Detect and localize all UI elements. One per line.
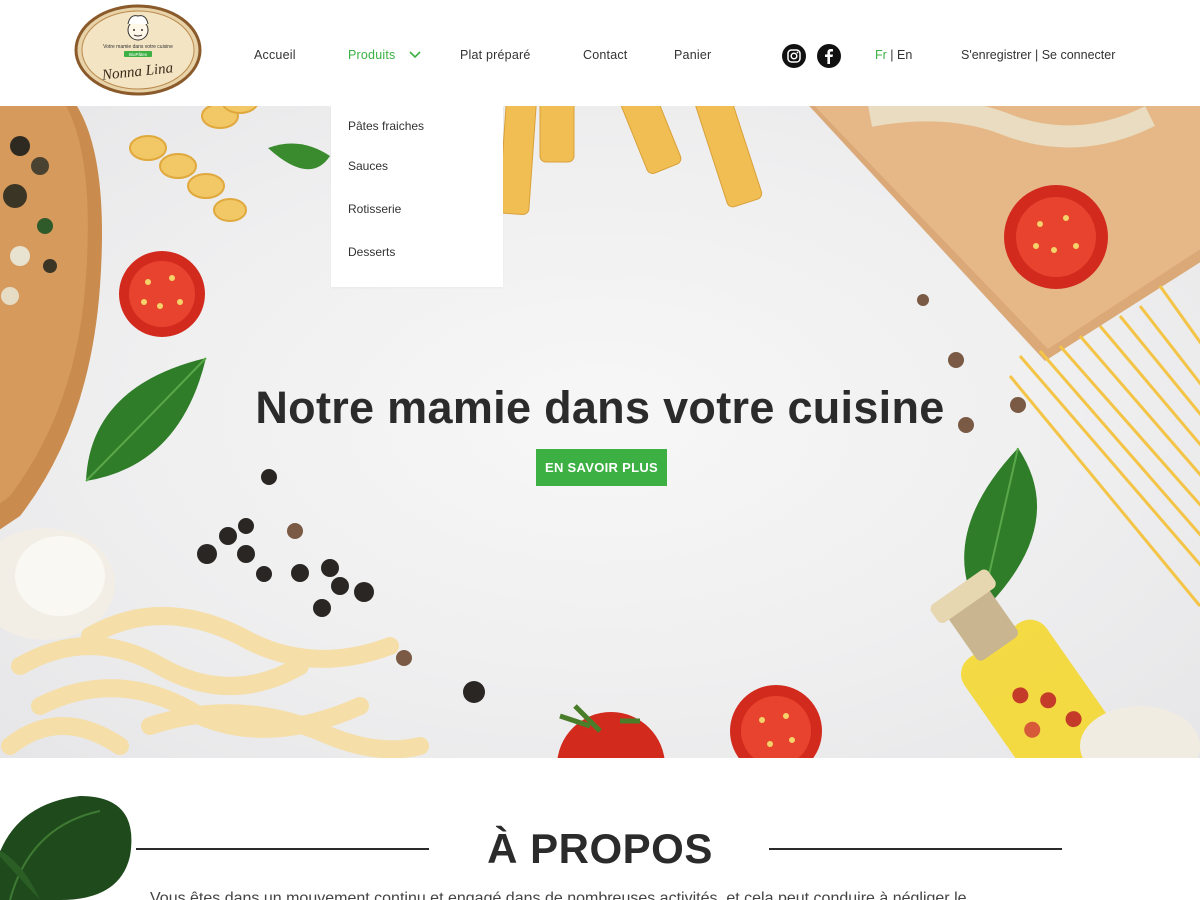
lang-separator: | [890,48,894,62]
hero-banner: Notre mamie dans votre cuisine EN SAVOIR… [0,106,1200,758]
nav-panier[interactable]: Panier [674,48,711,62]
about-section: À PROPOS Vous êtes dans un mouvement con… [0,758,1200,900]
nonna-lina-logo[interactable]: Votre mamie dans votre cuisine BioPâtes … [74,4,202,96]
lang-en[interactable]: En [897,48,912,62]
lang-fr[interactable]: Fr [875,48,887,62]
nav-produits[interactable]: Produits [348,48,395,62]
account-separator: | [1034,48,1039,62]
register-link[interactable]: S'enregistrer [961,48,1031,62]
site-header: Votre mamie dans votre cuisine BioPâtes … [0,0,1200,106]
dropdown-item-desserts[interactable]: Desserts [348,245,395,259]
dropdown-item-pates-fraiches[interactable]: Pâtes fraiches [348,119,424,133]
about-paragraph: Vous êtes dans un mouvement continu et e… [150,890,967,900]
account-links: S'enregistrer | Se connecter [961,48,1115,62]
logo-badge: BioPâtes [129,52,148,57]
login-link[interactable]: Se connecter [1042,48,1116,62]
language-switcher: Fr | En [875,48,912,62]
dropdown-item-sauces[interactable]: Sauces [348,159,388,173]
about-rule-right [769,848,1062,850]
nav-accueil[interactable]: Accueil [254,48,296,62]
facebook-icon[interactable] [817,44,841,68]
nav-plat-prepare[interactable]: Plat préparé [460,48,531,62]
logo-tagline: Votre mamie dans votre cuisine [103,44,173,50]
nav-contact[interactable]: Contact [583,48,627,62]
instagram-icon[interactable] [782,44,806,68]
chevron-down-icon[interactable] [409,51,421,59]
hero-title: Notre mamie dans votre cuisine [255,382,945,433]
learn-more-button[interactable]: EN SAVOIR PLUS [536,449,667,486]
dropdown-item-rotisserie[interactable]: Rotisserie [348,202,401,216]
products-dropdown-menu: Pâtes fraiches Sauces Rotisserie Dessert… [331,106,503,287]
